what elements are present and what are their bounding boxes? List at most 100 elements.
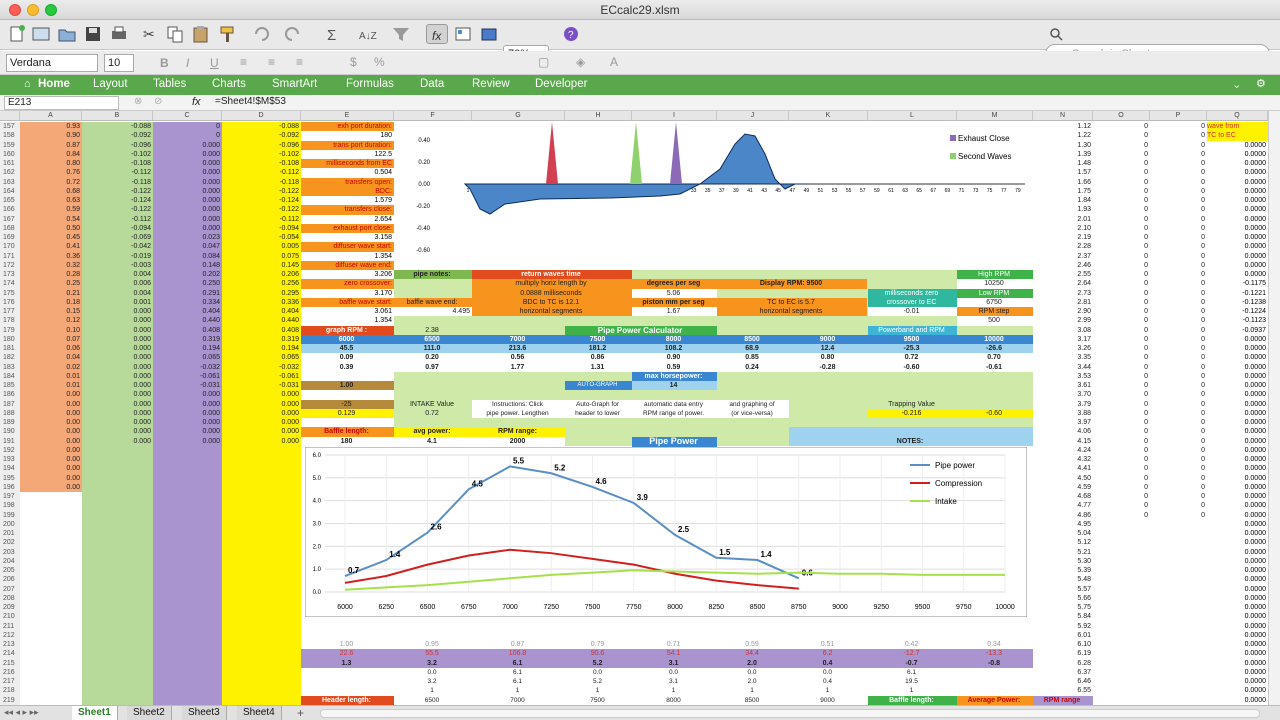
- grid-cell[interactable]: 68.9: [717, 344, 789, 354]
- grid-cell[interactable]: [82, 519, 153, 529]
- grid-cell[interactable]: -0.28: [789, 362, 868, 372]
- grid-cell[interactable]: 0.250: [153, 279, 222, 289]
- grid-cell[interactable]: 0.4: [789, 658, 868, 668]
- grid-cell[interactable]: 0.000: [82, 399, 153, 409]
- grid-cell[interactable]: 0.0: [717, 668, 789, 677]
- grid-cell[interactable]: -0.096: [222, 140, 301, 150]
- sheet-tab-3[interactable]: Sheet3: [182, 706, 227, 720]
- grid-cell[interactable]: 0: [1150, 159, 1207, 168]
- grid-cell[interactable]: 0: [153, 122, 222, 132]
- row-header[interactable]: 164: [0, 186, 20, 197]
- grid-cell[interactable]: 0.075: [222, 251, 301, 261]
- grid-cell[interactable]: [1093, 649, 1150, 658]
- grid-cell[interactable]: 3.1: [632, 658, 717, 668]
- grid-cell[interactable]: 0.0000: [1207, 363, 1268, 372]
- grid-cell[interactable]: 0.000: [222, 418, 301, 428]
- grid-cell[interactable]: -25.3: [868, 344, 957, 354]
- grid-cell[interactable]: 0.36: [20, 251, 82, 261]
- grid-cell[interactable]: [222, 603, 301, 613]
- grid-cell[interactable]: [82, 445, 153, 455]
- grid-cell[interactable]: [222, 593, 301, 603]
- grid-cell[interactable]: 0.440: [153, 316, 222, 326]
- grid-cell[interactable]: 1.48: [1033, 159, 1093, 168]
- grid-cell[interactable]: 0.000: [153, 436, 222, 446]
- grid-cell[interactable]: 3.79: [1033, 400, 1093, 409]
- grid-cell[interactable]: [153, 566, 222, 576]
- grid-cell[interactable]: 0: [1093, 511, 1150, 520]
- grid-cell[interactable]: 0.0000: [1207, 575, 1268, 584]
- grid-cell[interactable]: 4.06: [1033, 427, 1093, 436]
- grid-cell[interactable]: [82, 612, 153, 622]
- grid-cell[interactable]: transfers open:: [301, 177, 394, 187]
- grid-cell[interactable]: 0.01: [20, 371, 82, 381]
- grid-cell[interactable]: zero crossover:: [301, 279, 394, 289]
- grid-cell[interactable]: -0.088: [82, 122, 153, 132]
- grid-cell[interactable]: 0.000: [153, 214, 222, 224]
- grid-cell[interactable]: 3.53: [1033, 372, 1093, 381]
- grid-cell[interactable]: 0: [1150, 141, 1207, 150]
- grid-cell[interactable]: 0.000: [153, 408, 222, 418]
- grid-cell[interactable]: 45.5: [301, 344, 394, 354]
- grid-cell[interactable]: [222, 556, 301, 566]
- grid-cell[interactable]: 0: [1150, 344, 1207, 353]
- grid-cell[interactable]: 0: [1150, 224, 1207, 233]
- grid-cell[interactable]: 5.21: [1033, 548, 1093, 557]
- grid-cell[interactable]: [82, 630, 153, 640]
- grid-cell[interactable]: 0: [1093, 131, 1150, 140]
- grid-cell[interactable]: [1093, 538, 1150, 547]
- grid-cell[interactable]: 4.68: [1033, 492, 1093, 501]
- grid-cell[interactable]: 9000: [789, 696, 868, 705]
- grid-cell[interactable]: -0.01: [868, 307, 957, 317]
- grid-cell[interactable]: [153, 455, 222, 465]
- grid-cell[interactable]: 0.0888 milliseconds: [472, 288, 632, 298]
- grid-cell[interactable]: [1093, 659, 1150, 668]
- grid-cell[interactable]: -0.1224: [1207, 307, 1268, 316]
- grid-cell[interactable]: 0.76: [20, 168, 82, 178]
- grid-cell[interactable]: header to lower: [565, 408, 632, 418]
- grid-cell[interactable]: [1150, 668, 1207, 677]
- grid-cell[interactable]: 0.0000: [1207, 446, 1268, 455]
- grid-cell[interactable]: -0.122: [82, 186, 153, 196]
- toolbox-icon[interactable]: [478, 24, 500, 44]
- grid-cell[interactable]: [153, 621, 222, 631]
- sheet-tab-2[interactable]: Sheet2: [127, 706, 172, 720]
- grid-cell[interactable]: 0: [1093, 446, 1150, 455]
- grid-cell[interactable]: 3.2: [394, 677, 472, 686]
- grid-cell[interactable]: multiply horiz length by: [472, 279, 632, 289]
- grid-cell[interactable]: 0.319: [153, 334, 222, 344]
- formula-builder-icon[interactable]: fx: [426, 24, 448, 44]
- grid-cell[interactable]: [82, 547, 153, 557]
- grid-cell[interactable]: [1093, 557, 1150, 566]
- row-header[interactable]: 214: [0, 649, 20, 659]
- grid-cell[interactable]: 0.0000: [1207, 427, 1268, 436]
- grid-cell[interactable]: 0.336: [222, 297, 301, 307]
- grid-cell[interactable]: 5.57: [1033, 585, 1093, 594]
- row-header[interactable]: 168: [0, 223, 20, 234]
- grid-cell[interactable]: 0.291: [153, 288, 222, 298]
- grid-cell[interactable]: 0.000: [153, 390, 222, 400]
- grid-cell[interactable]: 0: [1093, 178, 1150, 187]
- column-header[interactable]: G: [472, 111, 565, 121]
- grid-cell[interactable]: 0: [1093, 316, 1150, 325]
- grid-cell[interactable]: 0: [1093, 381, 1150, 390]
- grid-cell[interactable]: 0.504: [301, 168, 394, 178]
- grid-cell[interactable]: 0.72: [394, 409, 472, 418]
- grid-cell[interactable]: -0.061: [222, 371, 301, 381]
- grid-cell[interactable]: 0.97: [394, 362, 472, 372]
- grid-cell[interactable]: 0: [1150, 353, 1207, 362]
- grid-cell[interactable]: [153, 612, 222, 622]
- grid-cell[interactable]: 0.000: [222, 408, 301, 418]
- grid-cell[interactable]: 0.0000: [1207, 409, 1268, 418]
- row-header[interactable]: 201: [0, 529, 20, 539]
- grid-cell[interactable]: [1150, 640, 1207, 649]
- grid-cell[interactable]: 0.10: [20, 325, 82, 335]
- grid-cell[interactable]: 0.24: [717, 362, 789, 372]
- grid-cell[interactable]: 0: [1093, 196, 1150, 205]
- grid-cell[interactable]: 0: [1093, 400, 1150, 409]
- grid-cell[interactable]: 0: [1093, 409, 1150, 418]
- grid-cell[interactable]: 0.000: [82, 381, 153, 391]
- currency-icon[interactable]: $: [350, 55, 357, 69]
- grid-cell[interactable]: 0.404: [222, 307, 301, 317]
- grid-cell[interactable]: -13.3: [957, 649, 1033, 659]
- grid-cell[interactable]: 9500: [868, 334, 957, 344]
